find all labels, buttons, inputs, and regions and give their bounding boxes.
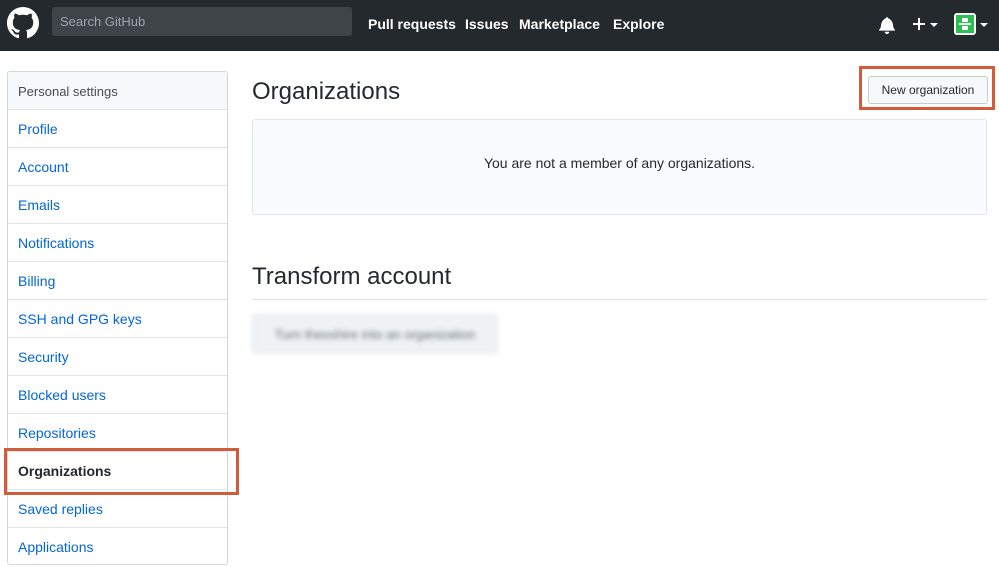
avatar bbox=[954, 13, 976, 35]
sidebar-item-billing[interactable]: Billing bbox=[8, 262, 227, 300]
page-title: Organizations bbox=[252, 78, 401, 105]
github-logo-icon[interactable] bbox=[7, 7, 39, 39]
top-header: Pull requests Issues Marketplace Explore bbox=[0, 0, 999, 51]
nav-issues[interactable]: Issues bbox=[465, 16, 509, 32]
sidebar-item-security[interactable]: Security bbox=[8, 338, 227, 376]
sidebar-item-profile[interactable]: Profile bbox=[8, 110, 227, 148]
sidebar-item-organizations[interactable]: Organizations bbox=[8, 452, 227, 490]
nav-explore[interactable]: Explore bbox=[613, 16, 664, 32]
transform-account-heading: Transform account bbox=[252, 263, 452, 290]
nav-marketplace[interactable]: Marketplace bbox=[519, 16, 600, 32]
turn-into-organization-button[interactable]: Turn theoshire into an organization bbox=[252, 314, 498, 354]
user-avatar-dropdown[interactable] bbox=[954, 13, 990, 35]
blank-slate-message: You are not a member of any organization… bbox=[252, 119, 987, 215]
chevron-down-icon bbox=[980, 23, 988, 27]
sidebar-heading: Personal settings bbox=[8, 72, 227, 110]
sidebar-item-notifications[interactable]: Notifications bbox=[8, 224, 227, 262]
new-organization-button[interactable]: New organization bbox=[868, 76, 988, 104]
search-input[interactable] bbox=[52, 7, 352, 36]
sidebar-item-emails[interactable]: Emails bbox=[8, 186, 227, 224]
sidebar-item-saved-replies[interactable]: Saved replies bbox=[8, 490, 227, 528]
sidebar-item-blocked-users[interactable]: Blocked users bbox=[8, 376, 227, 414]
plus-icon bbox=[913, 18, 925, 30]
sidebar-item-ssh-gpg-keys[interactable]: SSH and GPG keys bbox=[8, 300, 227, 338]
sidebar-item-repositories[interactable]: Repositories bbox=[8, 414, 227, 452]
section-divider bbox=[252, 299, 987, 300]
nav-pull-requests[interactable]: Pull requests bbox=[368, 16, 456, 32]
sidebar-item-account[interactable]: Account bbox=[8, 148, 227, 186]
create-new-dropdown[interactable] bbox=[911, 13, 939, 35]
chevron-down-icon bbox=[930, 23, 938, 27]
sidebar-item-applications[interactable]: Applications bbox=[8, 528, 227, 566]
bell-icon[interactable] bbox=[879, 16, 895, 34]
settings-sidebar: Personal settings Profile Account Emails… bbox=[7, 71, 228, 565]
